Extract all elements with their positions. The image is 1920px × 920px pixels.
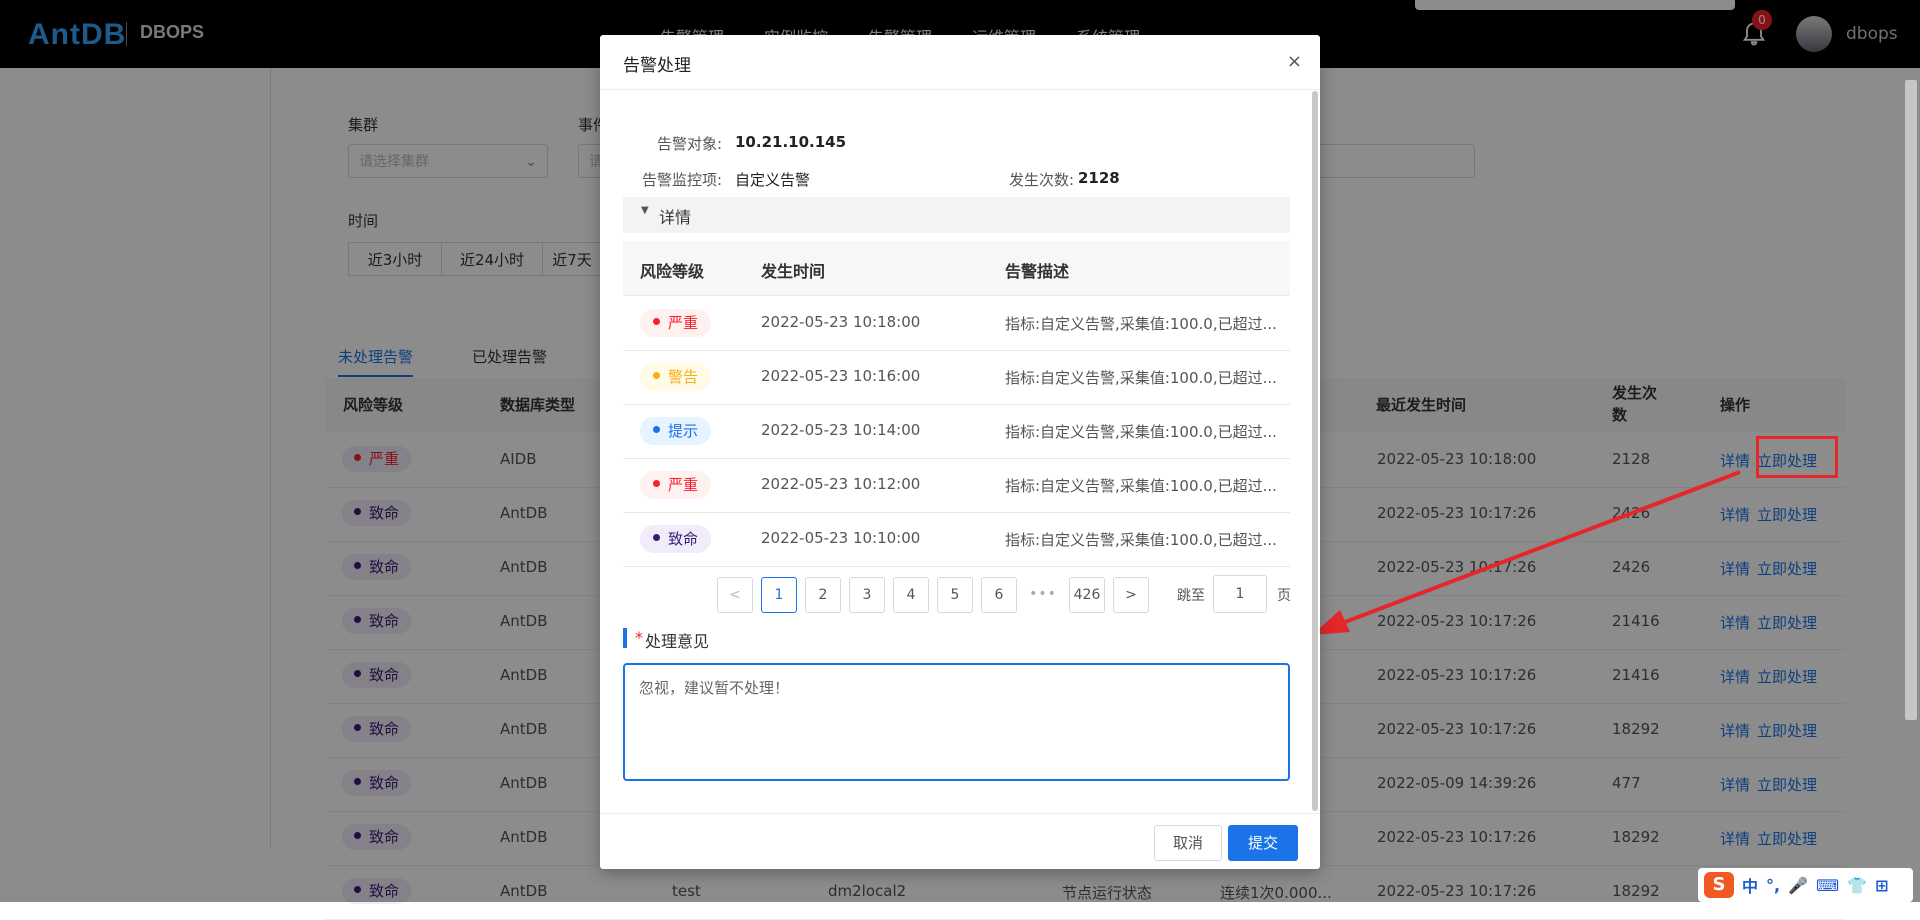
opinion-textarea[interactable]: 忽视，建议暂不处理！ [623,663,1290,781]
collapse-label: 详情 [659,208,692,227]
count-label: 发生次数: [1008,171,1074,189]
modal-title: 告警处理 [623,56,691,76]
count-value: 2128 [1078,169,1120,187]
close-icon[interactable]: × [1287,51,1302,72]
time-cell: 2022-05-23 10:14:00 [761,421,921,439]
dot-icon [653,426,660,433]
ime-mic-icon[interactable]: 🎤 [1788,876,1808,895]
jump-unit: 页 [1277,588,1291,604]
ime-keyboard-icon[interactable]: ⌨ [1816,876,1839,895]
pagination-next-button[interactable]: > [1113,577,1149,613]
level-tag: 致命 [640,525,712,553]
level-tag: 严重 [640,309,712,337]
time-cell: 2022-05-23 10:10:00 [761,529,921,547]
ime-skin-icon[interactable]: 👕 [1847,876,1867,895]
pagination: < 1 2 3 4 5 6 ••• 426 > [717,577,1149,613]
page-button[interactable]: 3 [849,577,885,613]
ime-logo-icon[interactable]: S [1704,872,1734,898]
level-cell: 警告 [640,363,712,391]
caret-down-icon: ▼ [641,205,649,216]
ime-chinese-mode[interactable]: 中 [1742,873,1758,897]
level-text: 严重 [668,476,699,494]
dot-icon [653,480,660,487]
dot-icon [653,534,660,541]
target-label: 告警对象: [656,135,722,153]
ime-toolbar[interactable]: S 中 °, 🎤 ⌨ 👕 ⊞ [1698,868,1913,902]
dot-icon [653,372,660,379]
opinion-label: 处理意见 [645,632,710,651]
monitor-value: 自定义告警 [735,171,811,189]
page-button-last[interactable]: 426 [1069,577,1105,613]
level-tag: 严重 [640,471,712,499]
level-cell: 致命 [640,525,712,553]
pagination-ellipsis[interactable]: ••• [1025,577,1061,613]
jump-label: 跳至 [1177,588,1205,604]
page-button[interactable]: 5 [937,577,973,613]
level-text: 提示 [668,422,699,440]
cancel-button[interactable]: 取消 [1154,825,1222,861]
dth-time: 发生时间 [761,262,826,281]
page-button[interactable]: 4 [893,577,929,613]
detail-row: 致命 2022-05-23 10:10:00 指标:自定义告警,采集值:100.0,… [623,512,1290,567]
level-text: 警告 [668,368,699,386]
level-tag: 警告 [640,363,712,391]
page-button[interactable]: 6 [981,577,1017,613]
desc-cell: 指标:自定义告警,采集值:100.0,已超过... [1005,315,1277,333]
level-cell: 严重 [640,471,712,499]
dot-icon [653,318,660,325]
desc-cell: 指标:自定义告警,采集值:100.0,已超过... [1005,423,1277,441]
dth-desc: 告警描述 [1005,262,1070,281]
pagination-prev-button[interactable]: < [717,577,753,613]
page-button[interactable]: 1 [761,577,797,613]
detail-table-header: 风险等级 发生时间 告警描述 [623,241,1290,296]
alarm-handle-modal: 告警处理 × 告警对象: 10.21.10.145 告警监控项: 自定义告警 发… [600,35,1320,869]
desc-cell: 指标:自定义告警,采集值:100.0,已超过... [1005,531,1277,549]
desc-cell: 指标:自定义告警,采集值:100.0,已超过... [1005,477,1277,495]
modal-scrollbar[interactable] [1312,91,1318,811]
level-cell: 严重 [640,309,712,337]
level-tag: 提示 [640,417,712,445]
page-scrollbar[interactable] [1905,80,1917,720]
jump-page-input[interactable]: 1 [1213,575,1267,613]
time-cell: 2022-05-23 10:16:00 [761,367,921,385]
time-cell: 2022-05-23 10:18:00 [761,313,921,331]
modal-footer-divider [600,813,1320,814]
detail-row: 严重 2022-05-23 10:12:00 指标:自定义告警,采集值:100.0,… [623,458,1290,513]
detail-row: 提示 2022-05-23 10:14:00 指标:自定义告警,采集值:100.0,… [623,404,1290,459]
detail-collapse[interactable]: ▼ 详情 [623,197,1290,233]
ime-punct-icon[interactable]: °, [1766,876,1780,895]
desc-cell: 指标:自定义告警,采集值:100.0,已超过... [1005,369,1277,387]
detail-row: 警告 2022-05-23 10:16:00 指标:自定义告警,采集值:100.0,… [623,350,1290,405]
level-text: 致命 [668,530,699,548]
time-cell: 2022-05-23 10:12:00 [761,475,921,493]
opinion-accent-bar [623,628,627,648]
monitor-label: 告警监控项: [641,171,722,189]
ime-menu-icon[interactable]: ⊞ [1875,876,1888,895]
dth-level: 风险等级 [640,262,705,281]
detail-row: 严重 2022-05-23 10:18:00 指标:自定义告警,采集值:100.0,… [623,296,1290,351]
submit-button[interactable]: 提交 [1228,825,1298,861]
modal-header-divider [600,89,1320,90]
target-value: 10.21.10.145 [735,133,847,151]
level-text: 严重 [668,314,699,332]
page-button[interactable]: 2 [805,577,841,613]
required-mark: * [635,628,643,647]
annotation-arrow [1312,470,1741,635]
level-cell: 提示 [640,417,712,445]
